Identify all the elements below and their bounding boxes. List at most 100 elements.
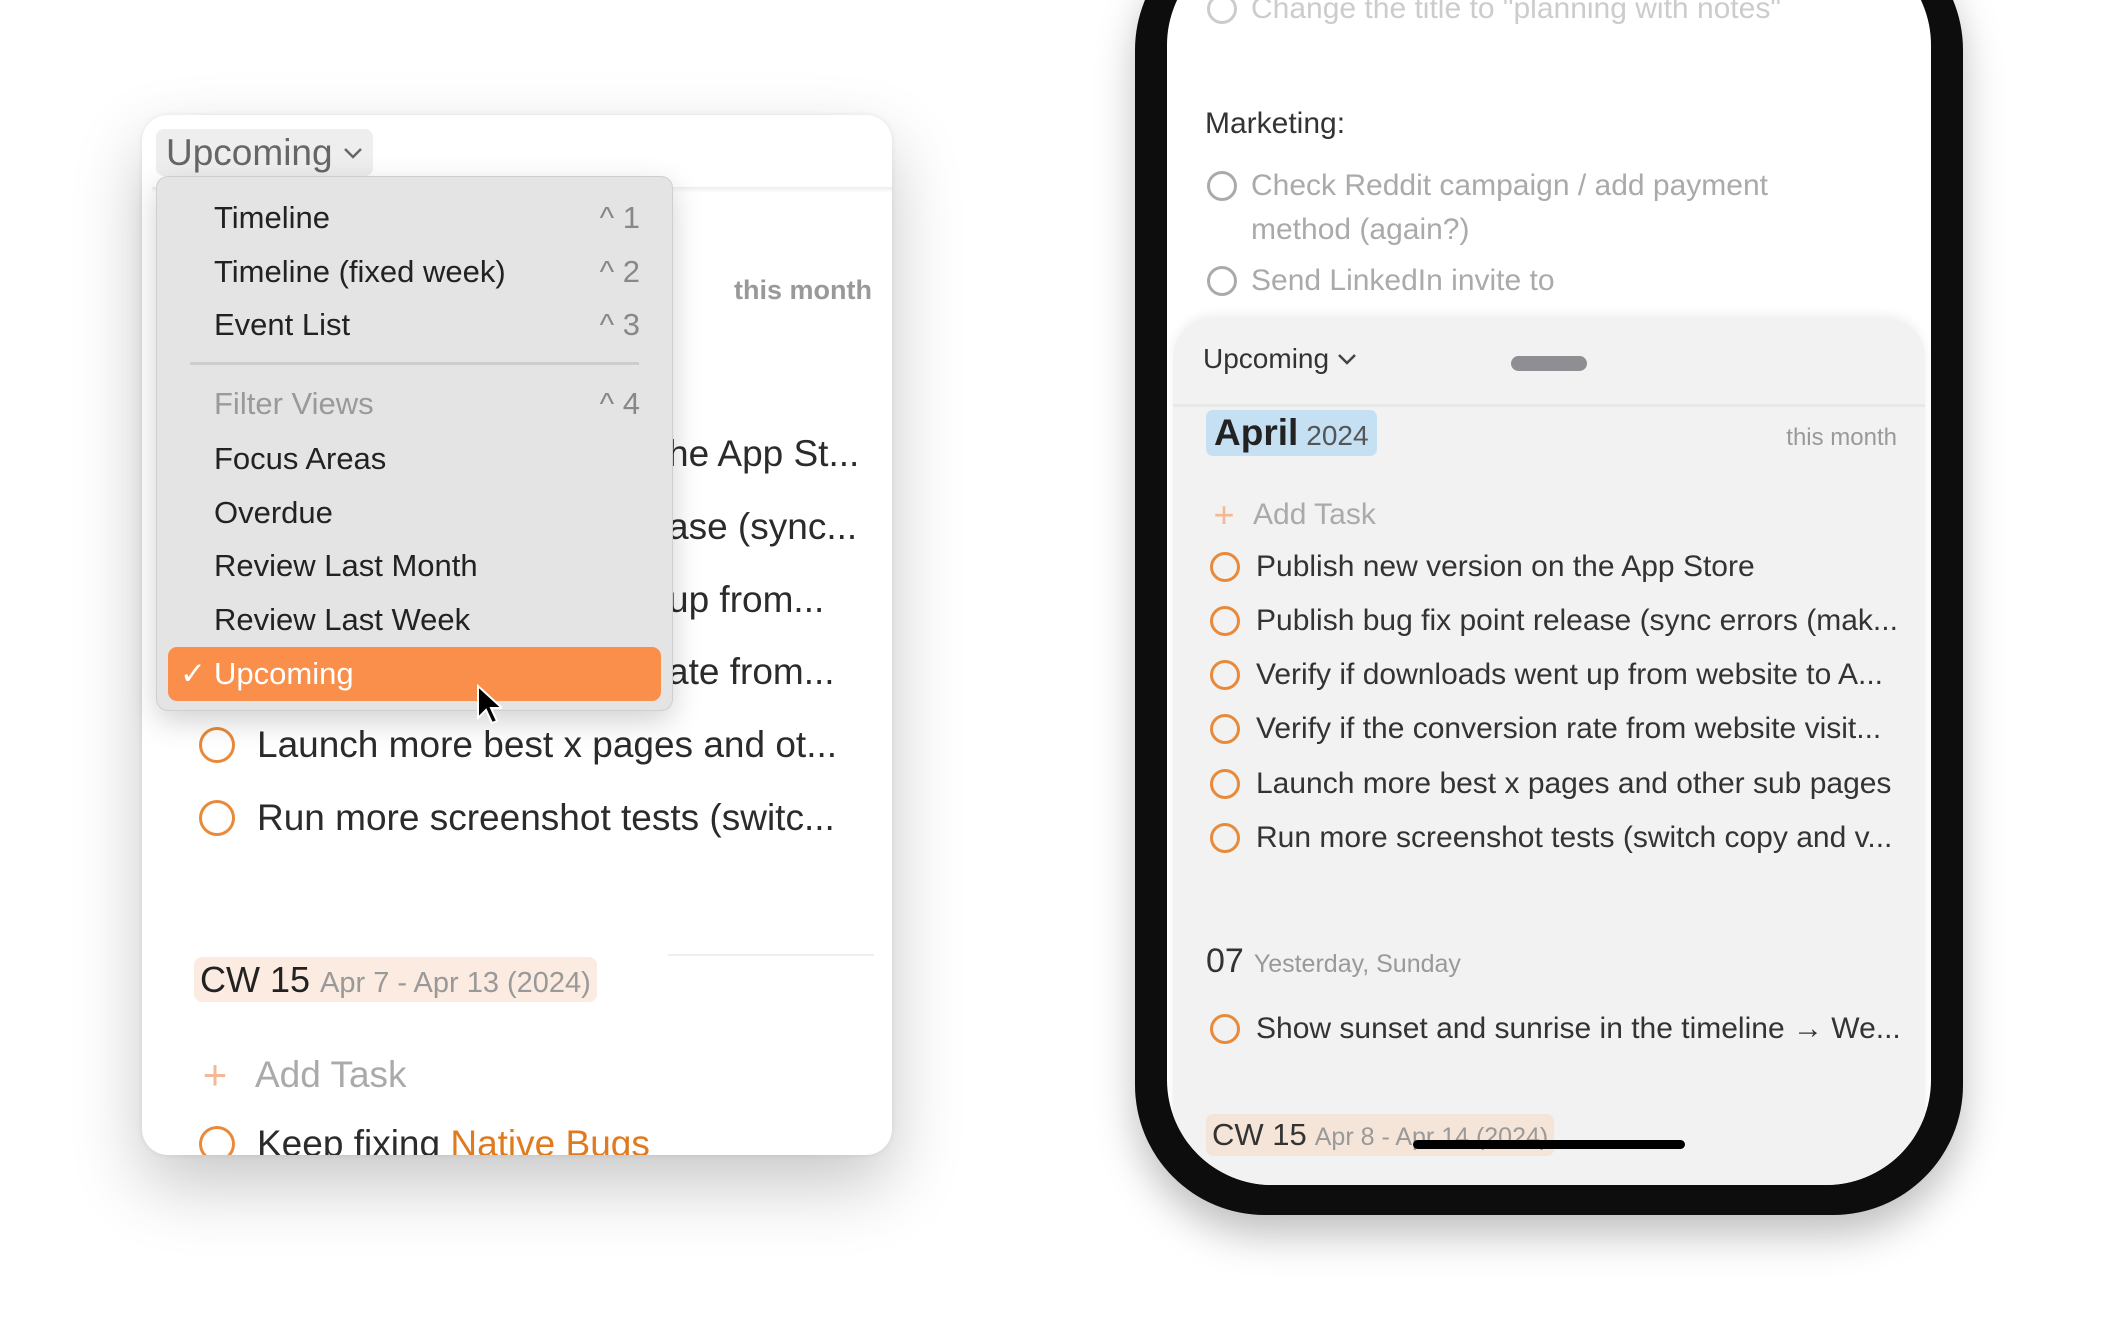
menu-item-timeline-fixed-week[interactable]: Timeline (fixed week) ^ 2	[157, 245, 672, 299]
iphone-screen: Change the title to "planning with notes…	[1167, 0, 1931, 1185]
task-checkbox[interactable]	[199, 727, 235, 763]
view-selector-button[interactable]: Upcoming	[156, 129, 373, 176]
task-row[interactable]: Launch more best x pages and other sub p…	[1210, 767, 1891, 801]
chevron-down-icon	[1338, 354, 1356, 365]
task-title: up from...	[668, 579, 825, 620]
menu-item-label: Upcoming	[214, 656, 354, 691]
week-header: CW 15 Apr 8 - Apr 14 (2024)	[1206, 1114, 1555, 1156]
task-row[interactable]: Publish bug fix point release (sync erro…	[1210, 604, 1898, 638]
task-checkbox[interactable]	[1210, 823, 1240, 853]
check-circle-icon	[1207, 266, 1237, 296]
menu-item-timeline[interactable]: Timeline ^ 1	[157, 191, 672, 245]
task-row[interactable]: Verify if the conversion rate from websi…	[1210, 712, 1881, 746]
day-header: 07 Yesterday, Sunday	[1206, 942, 1461, 981]
task-row[interactable]: Show sunset and sunrise in the timeline …	[1210, 1012, 1901, 1046]
header-divider	[1173, 404, 1925, 407]
add-task-button[interactable]: + Add Task	[1209, 494, 1376, 536]
upcoming-sheet: Upcoming April 2024 this month + Add Tas…	[1173, 318, 1925, 1185]
task-checkbox[interactable]	[1210, 606, 1240, 636]
this-month-label: this month	[734, 275, 872, 305]
menu-item-event-list[interactable]: Event List ^ 3	[157, 298, 672, 352]
year-label: 2024	[1306, 420, 1369, 451]
task-row[interactable]: Launch more best x pages and ot...	[199, 724, 837, 766]
divider	[668, 954, 874, 956]
this-month-label: this month	[1786, 424, 1897, 451]
check-circle-icon	[1207, 0, 1237, 24]
task-checkbox[interactable]	[1210, 660, 1240, 690]
task-title: Launch more best x pages and other sub p…	[1256, 767, 1892, 800]
task-title: Keep fixing	[257, 1123, 451, 1155]
week-header: CW 15 Apr 7 - Apr 13 (2024)	[194, 957, 597, 1002]
task-row[interactable]: ate from...	[668, 651, 835, 693]
task-checkbox[interactable]	[1210, 769, 1240, 799]
mouse-cursor-icon	[477, 684, 502, 724]
note-text: Check Reddit campaign / add payment meth…	[1251, 169, 1768, 246]
note-text: Change the title to "planning with notes…	[1251, 0, 1781, 25]
add-task-button[interactable]: + Add Task	[197, 1051, 407, 1099]
menu-item-review-last-month[interactable]: Review Last Month	[157, 539, 672, 593]
menu-section-filter-views: Filter Views ^ 4	[157, 377, 672, 431]
day-number: 07	[1206, 942, 1244, 980]
task-row[interactable]: Run more screenshot tests (switch copy a…	[1210, 821, 1892, 855]
week-range: Apr 8 - Apr 14 (2024)	[1314, 1123, 1549, 1151]
task-title: Launch more best x pages and ot...	[257, 724, 838, 765]
task-row[interactable]: up from...	[668, 579, 824, 621]
task-title: ate from...	[668, 651, 835, 692]
task-title: Verify if the conversion rate from websi…	[1256, 712, 1882, 745]
menu-separator	[190, 362, 639, 365]
menu-item-focus-areas[interactable]: Focus Areas	[157, 432, 672, 486]
chevron-down-icon	[343, 147, 362, 159]
task-title: Run more screenshot tests (switc...	[257, 797, 835, 838]
view-dropdown-menu: Timeline ^ 1 Timeline (fixed week) ^ 2 Eve…	[156, 176, 673, 711]
view-selector-button[interactable]: Upcoming	[1203, 343, 1357, 375]
add-task-label: Add Task	[1253, 498, 1376, 531]
shortcut-label: ^ 1	[599, 200, 640, 235]
menu-item-review-last-week[interactable]: Review Last Week	[157, 593, 672, 647]
drag-handle[interactable]	[1511, 356, 1587, 371]
task-link[interactable]: Native Bugs	[450, 1123, 650, 1155]
task-title: ase (sync...	[668, 506, 858, 547]
plus-icon: +	[202, 1051, 228, 1098]
task-checkbox[interactable]	[1210, 714, 1240, 744]
menu-item-label: Focus Areas	[214, 441, 387, 476]
view-selector-label: Upcoming	[1203, 343, 1330, 374]
task-row[interactable]: Publish new version on the App Store	[1210, 550, 1755, 584]
month-label: April	[1214, 412, 1299, 453]
note-item: Send LinkedIn invite to	[1207, 264, 1555, 298]
week-range: Apr 7 - Apr 13 (2024)	[320, 967, 591, 999]
shortcut-label: ^ 3	[599, 307, 640, 342]
menu-item-overdue[interactable]: Overdue	[157, 486, 672, 540]
week-label: CW 15	[1212, 1117, 1307, 1152]
menu-item-label: Timeline	[214, 200, 330, 235]
view-selector-label: Upcoming	[166, 131, 333, 173]
menu-item-label: Timeline (fixed week)	[214, 254, 506, 289]
note-item: Change the title to "planning with notes…	[1207, 0, 1781, 26]
home-indicator[interactable]	[1413, 1140, 1685, 1149]
task-checkbox[interactable]	[1210, 1014, 1240, 1044]
task-title: Verify if downloads went up from website…	[1256, 658, 1883, 691]
task-checkbox[interactable]	[1210, 552, 1240, 582]
task-checkbox[interactable]	[199, 800, 235, 836]
task-title: Publish bug fix point release (sync erro…	[1256, 604, 1898, 637]
task-row[interactable]: Run more screenshot tests (switc...	[199, 797, 835, 839]
task-row[interactable]: ase (sync...	[668, 506, 857, 548]
plus-icon: +	[1213, 494, 1235, 535]
note-text: Send LinkedIn invite to	[1251, 264, 1555, 297]
check-circle-icon	[1207, 171, 1237, 201]
task-title: Show sunset and sunrise in the timeline …	[1256, 1012, 1901, 1045]
task-checkbox[interactable]	[199, 1126, 235, 1155]
shortcut-label: ^ 2	[599, 254, 640, 289]
task-row[interactable]: Keep fixing Native Bugs	[199, 1123, 650, 1155]
menu-item-label: Overdue	[214, 495, 333, 530]
day-label: Yesterday, Sunday	[1253, 950, 1461, 978]
task-title: Run more screenshot tests (switch copy a…	[1256, 821, 1893, 854]
menu-item-label: Review Last Month	[214, 548, 478, 583]
task-row[interactable]: Verify if downloads went up from website…	[1210, 658, 1883, 692]
task-row[interactable]: he App St...	[668, 433, 859, 475]
week-label: CW 15	[200, 959, 311, 1000]
task-title: Publish new version on the App Store	[1256, 550, 1755, 583]
menu-item-upcoming[interactable]: ✓ Upcoming	[168, 647, 661, 701]
section-label: Filter Views	[214, 386, 374, 421]
note-item: Check Reddit campaign / add payment meth…	[1207, 164, 1847, 252]
note-heading: Marketing:	[1205, 107, 1346, 140]
